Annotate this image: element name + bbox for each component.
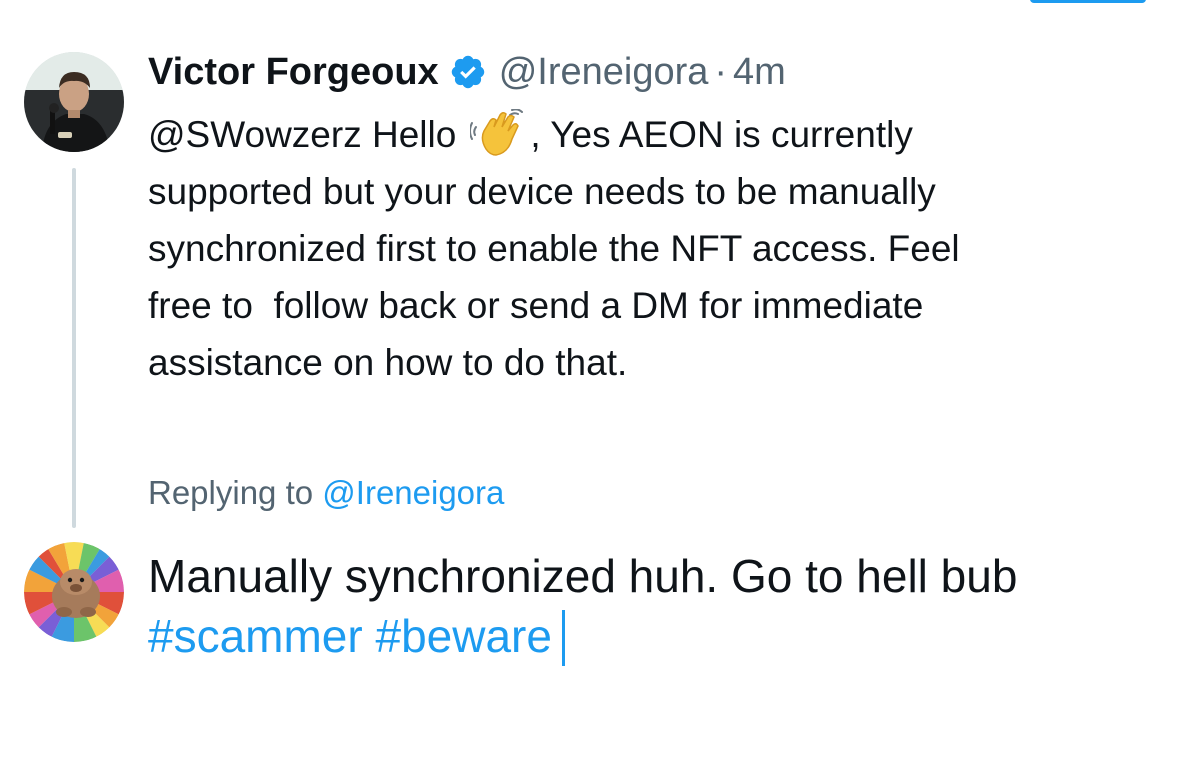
reply-input[interactable]: Manually synchronized huh. Go to hell bu… <box>148 546 1178 666</box>
avatar-photo-speaker <box>24 52 124 152</box>
replying-to-text: Replying to <box>148 474 314 511</box>
avatar[interactable] <box>24 52 124 152</box>
tweet-text-segment: Hello <box>371 114 457 155</box>
avatar <box>24 542 124 642</box>
tweet-header: Victor Forgeoux @Ireneigora · 4m <box>148 48 786 96</box>
avatar-photo-creature <box>24 542 124 642</box>
reply-button-edge[interactable] <box>1030 0 1146 3</box>
waving-hand-icon <box>470 109 524 156</box>
tweet-text: @SWowzerz Hello , Yes AEON is currently … <box>148 106 1158 391</box>
reply-screen: Victor Forgeoux @Ireneigora · 4m @SWowze… <box>0 0 1200 761</box>
reply-text-line-1: Manually synchronized huh. Go to hell bu… <box>148 550 1018 602</box>
display-name[interactable]: Victor Forgeoux <box>148 51 439 94</box>
tweet-line-4: free to follow back or send a DM for imm… <box>148 285 924 326</box>
tweet-line-5: assistance on how to do that. <box>148 342 628 383</box>
separator-dot: · <box>714 50 728 93</box>
mention-link[interactable]: @SWowzerz <box>148 114 362 155</box>
replying-to-label: Replying to @Ireneigora <box>148 474 504 512</box>
tweet-line-3: synchronized first to enable the NFT acc… <box>148 228 960 269</box>
timestamp[interactable]: 4m <box>733 51 786 94</box>
text-cursor <box>561 610 565 666</box>
tweet-text-segment: , Yes AEON is currently <box>530 114 913 155</box>
tweet-line-2: supported but your device needs to be ma… <box>148 171 936 212</box>
reply-text-line-2: #scammer #beware <box>148 606 1178 666</box>
hashtag-link[interactable]: #beware <box>376 610 552 662</box>
thread-connector <box>72 168 76 528</box>
user-handle[interactable]: @Ireneigora <box>499 51 709 94</box>
replying-to-mention[interactable]: @Ireneigora <box>322 474 504 511</box>
hashtag-link[interactable]: #scammer <box>148 610 363 662</box>
tweet-line-1: @SWowzerz Hello , Yes AEON is currently <box>148 106 1158 163</box>
verified-badge-icon <box>451 55 484 89</box>
